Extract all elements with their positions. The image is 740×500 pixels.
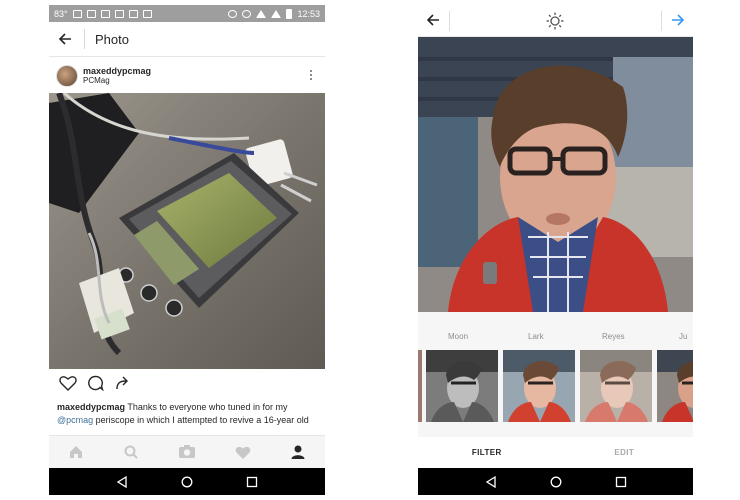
- mode-tab-bar: FILTER EDIT: [418, 437, 693, 468]
- caption-text-1: Thanks to everyone who tuned in for my: [125, 402, 288, 412]
- back-arrow-icon[interactable]: [58, 32, 72, 46]
- wifi-icon: [256, 9, 267, 18]
- upload-notification-icon: [114, 9, 124, 18]
- signal-icon: [271, 9, 282, 18]
- nav-recents-icon[interactable]: [615, 476, 627, 488]
- avatar[interactable]: [56, 64, 78, 87]
- filter-name-moon[interactable]: Moon: [448, 332, 468, 341]
- filter-name-lark[interactable]: Lark: [528, 332, 544, 341]
- back-arrow-icon[interactable]: [426, 13, 440, 27]
- filter-thumb-reyes[interactable]: [580, 350, 652, 422]
- status-notifications: 83°: [54, 9, 152, 19]
- comment-icon[interactable]: [87, 375, 104, 391]
- right-phone-screen: Moon Lark Reyes Ju FILTER EDIT: [418, 5, 693, 495]
- bluetooth-icon: [228, 9, 238, 18]
- post-actions: [59, 375, 130, 391]
- editor-top-bar: [418, 5, 693, 37]
- post-author-block: maxeddypcmag PCMag: [83, 66, 151, 86]
- palm-device-photo: [49, 93, 325, 369]
- android-nav-bar: [49, 468, 325, 495]
- do-not-disturb-icon: [242, 9, 252, 18]
- post-username[interactable]: maxeddypcmag: [83, 66, 151, 76]
- app-bar-divider: [84, 29, 85, 49]
- gallery-notification-icon: [128, 9, 138, 18]
- image-notification-icon: [72, 9, 82, 18]
- mail-notification-icon: [100, 9, 110, 18]
- share-icon[interactable]: [114, 375, 130, 391]
- battery-icon: [286, 8, 293, 19]
- filter-thumb-ju[interactable]: [657, 350, 693, 422]
- page-title: Photo: [95, 31, 129, 47]
- post-header: maxeddypcmag PCMag: [49, 58, 325, 93]
- left-phone-screen: 83° 12:53 Photo maxeddypcmag PCMag maxed…: [49, 5, 325, 495]
- filter-thumb-partial-left[interactable]: [418, 350, 422, 422]
- nav-back-icon[interactable]: [485, 475, 497, 488]
- temperature-text: 83°: [54, 8, 68, 19]
- status-time: 12:53: [297, 8, 320, 19]
- filter-names: Moon Lark Reyes Ju: [418, 332, 693, 344]
- heart-icon[interactable]: [59, 375, 77, 391]
- camera-icon[interactable]: [178, 444, 196, 460]
- status-system: 12:53: [228, 8, 320, 19]
- home-icon[interactable]: [68, 444, 84, 460]
- selfie-photo: [418, 37, 693, 312]
- tab-edit[interactable]: EDIT: [556, 448, 694, 457]
- post-photo[interactable]: [49, 93, 325, 369]
- caption-username[interactable]: maxeddypcmag: [57, 402, 125, 412]
- profile-icon[interactable]: [290, 444, 306, 460]
- next-arrow-icon[interactable]: [671, 13, 685, 27]
- bottom-tab-bar: [49, 435, 325, 468]
- post-caption: maxeddypcmag Thanks to everyone who tune…: [57, 401, 319, 435]
- caption-mention[interactable]: @pcmag: [57, 415, 93, 425]
- nav-recents-icon[interactable]: [246, 476, 258, 488]
- android-nav-bar: [418, 468, 693, 495]
- top-bar-divider-right: [661, 11, 662, 31]
- status-bar: 83° 12:53: [49, 5, 325, 22]
- lux-sun-icon[interactable]: [546, 12, 564, 30]
- nav-home-icon[interactable]: [181, 476, 193, 488]
- chat-notification-icon: [142, 9, 152, 18]
- filter-strip: Moon Lark Reyes Ju: [418, 312, 693, 437]
- nav-home-icon[interactable]: [550, 476, 562, 488]
- more-vert-icon[interactable]: [310, 70, 313, 82]
- search-icon[interactable]: [123, 444, 139, 460]
- nav-back-icon[interactable]: [116, 475, 128, 488]
- twitter-notification-icon: [86, 9, 96, 18]
- top-bar-divider-left: [449, 11, 450, 31]
- app-bar: Photo: [49, 22, 325, 57]
- caption-text-2: periscope in which I attempted to revive…: [93, 415, 309, 425]
- selfie-preview: [418, 37, 693, 312]
- filter-thumb-moon[interactable]: [426, 350, 498, 422]
- filter-thumb-lark[interactable]: [503, 350, 575, 422]
- tab-filter[interactable]: FILTER: [418, 448, 556, 457]
- activity-heart-icon[interactable]: [235, 445, 251, 460]
- post-location[interactable]: PCMag: [83, 76, 151, 86]
- filter-name-ju[interactable]: Ju: [679, 332, 687, 341]
- filter-name-reyes[interactable]: Reyes: [602, 332, 625, 341]
